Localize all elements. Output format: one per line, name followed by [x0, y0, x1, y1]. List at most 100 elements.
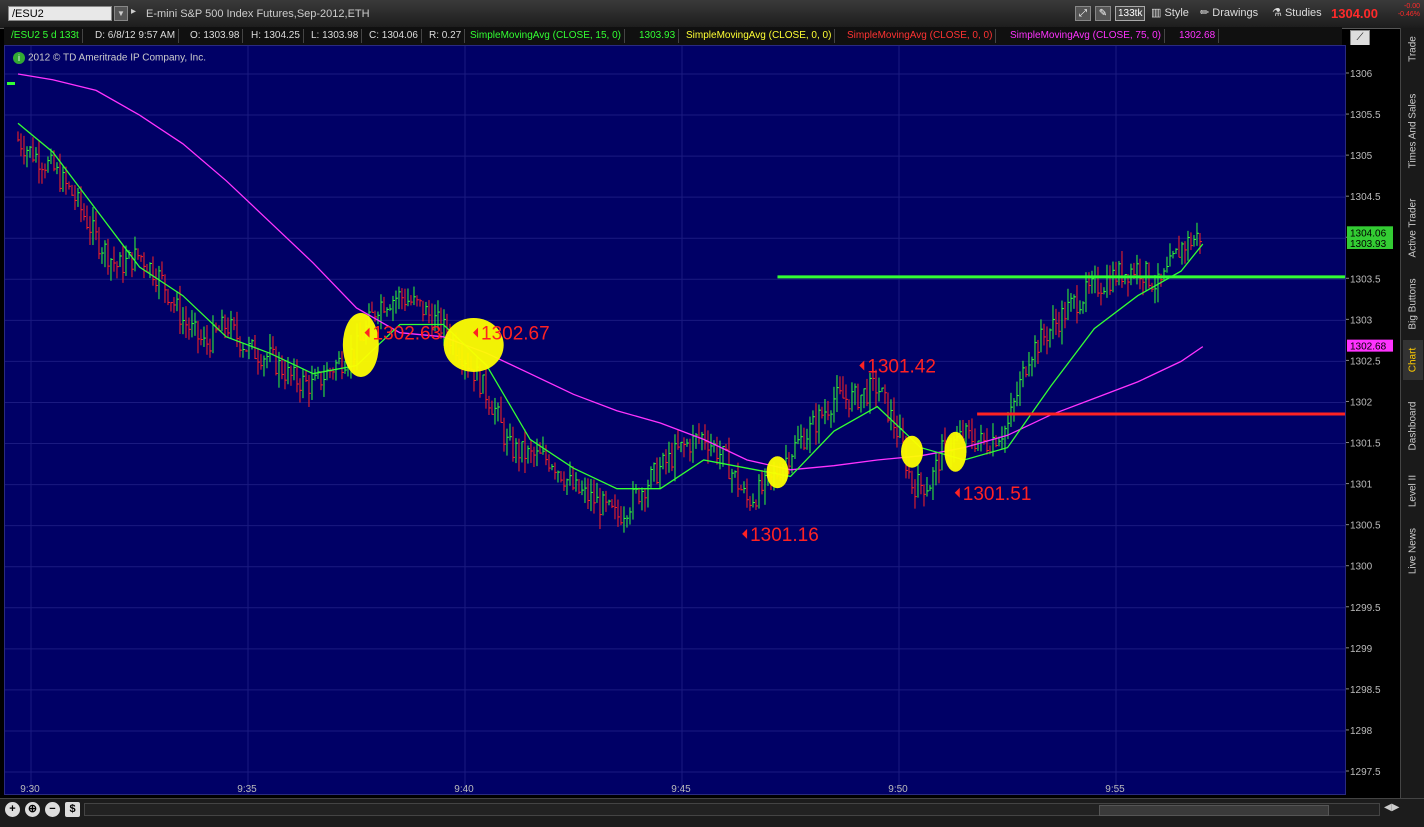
- copyright-notice: i 2012 © TD Ameritrade IP Company, Inc.: [13, 52, 206, 64]
- y-tick-label: 1300.5: [1350, 521, 1381, 532]
- style-icon: ▥: [1151, 7, 1162, 19]
- studies-icon: ⚗: [1272, 7, 1282, 19]
- session-marker: [7, 82, 15, 85]
- tab-times-and-sales-label: Times And Sales: [1407, 93, 1419, 169]
- sma75-line: [17, 73, 1204, 471]
- x-tick-label: 9:30: [20, 784, 40, 795]
- chart-settings-icon[interactable]: ⟋: [1350, 30, 1370, 46]
- price-change: -0.00 -0.46%: [1390, 3, 1420, 19]
- info-open: O: 1303.98: [187, 29, 244, 43]
- crosshair-button[interactable]: ⤢: [1075, 5, 1091, 22]
- highlight-circle: [766, 456, 789, 489]
- y-tick-label: 1305.5: [1350, 110, 1381, 121]
- x-tick-label: 9:45: [671, 784, 691, 795]
- info-icon[interactable]: i: [13, 52, 25, 64]
- info-range: R: 0.27: [426, 29, 466, 43]
- style-label: Style: [1164, 7, 1189, 19]
- tab-trade[interactable]: Trade: [1403, 28, 1423, 70]
- sma15-label[interactable]: SimpleMovingAvg (CLOSE, 15, 0): [467, 29, 625, 43]
- time-axis[interactable]: 9:30 9:35 9:40 9:45 9:50 9:55: [4, 778, 1346, 798]
- tools-button[interactable]: ✎: [1095, 5, 1111, 22]
- sma15-line: [17, 122, 1204, 490]
- tab-active-trader[interactable]: Active Trader: [1403, 188, 1423, 268]
- y-tick-label: 1300: [1350, 562, 1373, 573]
- arrow-right-icon[interactable]: ▸: [131, 6, 136, 17]
- y-tick-label: 1298: [1350, 726, 1373, 737]
- tab-active-trader-label: Active Trader: [1407, 198, 1419, 258]
- pencil-icon: ✏: [1200, 7, 1210, 19]
- tab-level-ii[interactable]: Level II: [1403, 466, 1423, 516]
- annotation-marker: [859, 360, 865, 371]
- price-axis[interactable]: 13061305.513051304.513041303.513031302.5…: [1346, 45, 1396, 795]
- highlight-circle: [944, 431, 967, 472]
- wrench-icon: ✎: [1095, 5, 1111, 21]
- symbol-dropdown-button[interactable]: ▼: [114, 6, 128, 21]
- y-tick-label: 1303.5: [1350, 274, 1381, 285]
- info-high: H: 1304.25: [248, 29, 304, 43]
- chart-info-bar: /ESU2 5 d 133t D: 6/8/12 9:57 AM O: 1303…: [4, 27, 1342, 45]
- drawings-button[interactable]: ✏ Drawings: [1200, 5, 1258, 22]
- info-low: L: 1303.98: [308, 29, 363, 43]
- price-chart-svg[interactable]: 1302.63 1302.67 1301.42 1301.16 1301.51: [5, 46, 1346, 795]
- annotation-label: 1301.42: [867, 357, 936, 378]
- sma-red-label[interactable]: SimpleMovingAvg (CLOSE, 0, 0): [844, 29, 997, 43]
- y-tick-label: 1304.5: [1350, 192, 1381, 203]
- tab-chart-label: Chart: [1407, 347, 1419, 373]
- drawings-label: Drawings: [1212, 7, 1259, 19]
- time-axis-svg: 9:30 9:35 9:40 9:45 9:50 9:55: [20, 784, 1125, 795]
- tab-big-buttons[interactable]: Big Buttons: [1403, 271, 1423, 336]
- tab-trade-label: Trade: [1407, 36, 1419, 62]
- tab-level-ii-label: Level II: [1407, 474, 1419, 508]
- copyright-text: 2012 © TD Ameritrade IP Company, Inc.: [28, 52, 207, 64]
- price-tag-label: 1302.68: [1350, 342, 1387, 353]
- annotation-marker: [954, 487, 960, 498]
- bottom-bar: + ⊕ − $ ◀▶: [0, 798, 1424, 827]
- y-tick-label: 1299.5: [1350, 603, 1381, 614]
- zoom-out-icon[interactable]: −: [45, 802, 60, 817]
- studies-button[interactable]: ⚗ Studies: [1272, 5, 1322, 22]
- tab-dashboard-label: Dashboard: [1407, 401, 1419, 451]
- chart-canvas[interactable]: 1302.63 1302.67 1301.42 1301.16 1301.51: [4, 45, 1346, 795]
- annotation-label: 1302.63: [373, 324, 442, 345]
- top-toolbar: /ESU2 ▼ ▸ E-mini S&P 500 Index Futures,S…: [0, 0, 1424, 29]
- scrollbar-thumb[interactable]: [1099, 805, 1329, 816]
- annotation-label: 1301.51: [963, 484, 1032, 505]
- info-date: D: 6/8/12 9:57 AM: [92, 29, 180, 43]
- chevron-down-icon: ▼: [117, 9, 125, 18]
- aggregation-button[interactable]: 133tk: [1115, 5, 1146, 22]
- studies-label: Studies: [1284, 7, 1322, 19]
- info-close: C: 1304.06: [366, 29, 422, 43]
- scroll-right-icon[interactable]: ◀▶: [1384, 802, 1399, 813]
- symbol-input[interactable]: /ESU2: [8, 6, 112, 21]
- time-scrollbar[interactable]: [84, 803, 1380, 816]
- price-tag-label: 1303.93: [1350, 239, 1387, 250]
- right-sidebar: Trade Times And Sales Active Trader Big …: [1400, 28, 1424, 798]
- dollar-icon[interactable]: $: [65, 802, 80, 817]
- tab-dashboard[interactable]: Dashboard: [1403, 394, 1423, 458]
- x-tick-label: 9:40: [454, 784, 474, 795]
- sma15-value: 1303.93: [636, 29, 680, 43]
- tab-live-news[interactable]: Live News: [1403, 520, 1423, 582]
- info-symbol: /ESU2 5 d 133t: [8, 29, 83, 43]
- change-value: -0.00: [1404, 3, 1420, 10]
- tab-chart[interactable]: Chart: [1403, 340, 1423, 380]
- y-tick-label: 1297.5: [1350, 767, 1381, 778]
- highlight-circle: [901, 435, 924, 468]
- annotation-marker: [742, 528, 748, 539]
- x-tick-label: 9:55: [1105, 784, 1125, 795]
- tab-live-news-label: Live News: [1407, 527, 1419, 575]
- change-percent: -0.46%: [1397, 11, 1420, 18]
- sma-yellow-label[interactable]: SimpleMovingAvg (CLOSE, 0, 0): [683, 29, 836, 43]
- zoom-in-icon[interactable]: ⊕: [25, 802, 40, 817]
- y-tick-label: 1301.5: [1350, 439, 1381, 450]
- sma75-label[interactable]: SimpleMovingAvg (CLOSE, 75, 0): [1007, 29, 1165, 43]
- tab-times-and-sales[interactable]: Times And Sales: [1403, 76, 1423, 186]
- y-tick-label: 1302: [1350, 397, 1373, 408]
- style-button[interactable]: ▥ Style: [1151, 5, 1189, 22]
- x-tick-label: 9:50: [888, 784, 908, 795]
- y-tick-label: 1301: [1350, 480, 1373, 491]
- price-axis-svg: 13061305.513051304.513041303.513031302.5…: [1346, 69, 1393, 778]
- crosshair-mode-icon[interactable]: +: [5, 802, 20, 817]
- crosshair-icon: ⤢: [1075, 5, 1091, 21]
- x-tick-label: 9:35: [237, 784, 257, 795]
